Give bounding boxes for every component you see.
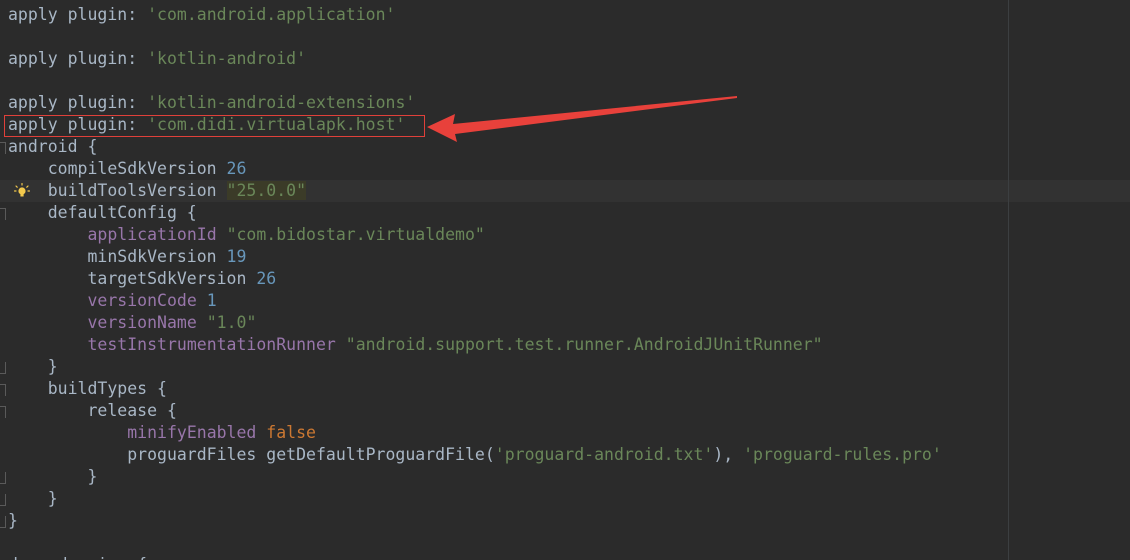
code-line[interactable]: apply plugin: 'com.didi.virtualapk.host'	[0, 114, 1008, 136]
code-token: plugin	[67, 115, 128, 134]
code-token: versionCode	[87, 291, 197, 310]
code-line[interactable]	[0, 70, 1008, 92]
code-token: 'proguard-android.txt'	[494, 445, 714, 464]
code-token: 26	[226, 159, 247, 178]
code-token: proguardFiles getDefaultProguardFile(	[8, 445, 495, 464]
fold-marker-buildtypes-end[interactable]	[0, 494, 6, 506]
code-token: apply	[8, 115, 68, 134]
code-line[interactable]: defaultConfig {	[0, 202, 1008, 224]
code-line[interactable]: applicationId "com.bidostar.virtualdemo"	[0, 224, 1008, 246]
lightbulb-icon[interactable]	[14, 183, 30, 199]
code-line[interactable]: buildToolsVersion "25.0.0"	[0, 180, 1008, 202]
fold-marker-release[interactable]	[0, 406, 6, 418]
code-token: 'kotlin-android'	[147, 49, 307, 68]
fold-marker-android-end[interactable]	[0, 516, 6, 528]
code-token: ),	[713, 445, 744, 464]
code-token: versionName	[87, 313, 197, 332]
code-token: "1.0"	[206, 313, 257, 332]
code-line[interactable]	[0, 532, 1008, 554]
code-token: dependencies {	[8, 555, 147, 560]
code-token: false	[266, 423, 316, 442]
code-line[interactable]: minSdkVersion 19	[0, 246, 1008, 268]
code-token: buildTypes {	[8, 379, 167, 398]
code-token: android {	[8, 137, 98, 156]
right-margin-guide	[1008, 0, 1009, 560]
code-line[interactable]: proguardFiles getDefaultProguardFile('pr…	[0, 444, 1008, 466]
code-token: }	[8, 357, 58, 376]
code-token: 1	[206, 291, 217, 310]
code-token: :	[127, 93, 148, 112]
fold-marker-release-end[interactable]	[0, 472, 6, 484]
code-token: targetSdkVersion	[8, 269, 257, 288]
code-line[interactable]: }	[0, 510, 1008, 532]
code-token: }	[8, 511, 18, 530]
code-line[interactable]: apply plugin: 'kotlin-android-extensions…	[0, 92, 1008, 114]
code-token: apply	[8, 49, 68, 68]
code-token: "com.bidostar.virtualdemo"	[226, 225, 485, 244]
code-line[interactable]: }	[0, 466, 1008, 488]
code-token: apply	[8, 5, 68, 24]
code-token: :	[127, 115, 148, 134]
code-line[interactable]: release {	[0, 400, 1008, 422]
code-editor[interactable]: apply plugin: 'com.android.application' …	[0, 0, 1130, 560]
code-token: "android.support.test.runner.AndroidJUni…	[345, 335, 823, 354]
code-token: plugin	[67, 93, 128, 112]
code-line[interactable]: buildTypes {	[0, 378, 1008, 400]
code-token: minifyEnabled	[127, 423, 257, 442]
code-token: buildToolsVersion	[8, 181, 227, 200]
code-content[interactable]: apply plugin: 'com.android.application' …	[0, 4, 1008, 560]
code-line[interactable]: versionCode 1	[0, 290, 1008, 312]
code-line[interactable]: minifyEnabled false	[0, 422, 1008, 444]
code-line[interactable]: }	[0, 356, 1008, 378]
code-line[interactable]: compileSdkVersion 26	[0, 158, 1008, 180]
code-token: 19	[226, 247, 247, 266]
code-token: 'proguard-rules.pro'	[743, 445, 942, 464]
code-token: defaultConfig {	[8, 203, 197, 222]
code-token: }	[8, 489, 58, 508]
code-line[interactable]	[0, 26, 1008, 48]
code-token: minSdkVersion	[8, 247, 227, 266]
code-line[interactable]: apply plugin: 'com.android.application'	[0, 4, 1008, 26]
code-token: :	[127, 5, 148, 24]
code-token: 'com.didi.virtualapk.host'	[147, 115, 406, 134]
code-token: compileSdkVersion	[8, 159, 227, 178]
code-token: applicationId	[87, 225, 217, 244]
fold-marker-defaultconfig[interactable]	[0, 208, 6, 220]
code-line[interactable]: versionName "1.0"	[0, 312, 1008, 334]
code-token: plugin	[67, 49, 128, 68]
code-line[interactable]: android {	[0, 136, 1008, 158]
code-token: release {	[8, 401, 177, 420]
code-token: 26	[256, 269, 277, 288]
code-token: 'com.android.application'	[147, 5, 396, 24]
code-token: "25.0.0"	[226, 181, 307, 200]
code-token: plugin	[67, 5, 128, 24]
code-line[interactable]: testInstrumentationRunner "android.suppo…	[0, 334, 1008, 356]
code-token: testInstrumentationRunner	[87, 335, 336, 354]
code-token: }	[8, 467, 98, 486]
fold-marker-buildtypes[interactable]	[0, 384, 6, 396]
code-token: :	[127, 49, 148, 68]
code-line[interactable]: apply plugin: 'kotlin-android'	[0, 48, 1008, 70]
fold-marker-defaultconfig-end[interactable]	[0, 362, 6, 374]
code-line[interactable]: dependencies {	[0, 554, 1008, 560]
fold-marker-android[interactable]	[0, 142, 6, 154]
code-line[interactable]: }	[0, 488, 1008, 510]
code-line[interactable]: targetSdkVersion 26	[0, 268, 1008, 290]
code-token: apply	[8, 93, 68, 112]
code-token: 'kotlin-android-extensions'	[147, 93, 416, 112]
